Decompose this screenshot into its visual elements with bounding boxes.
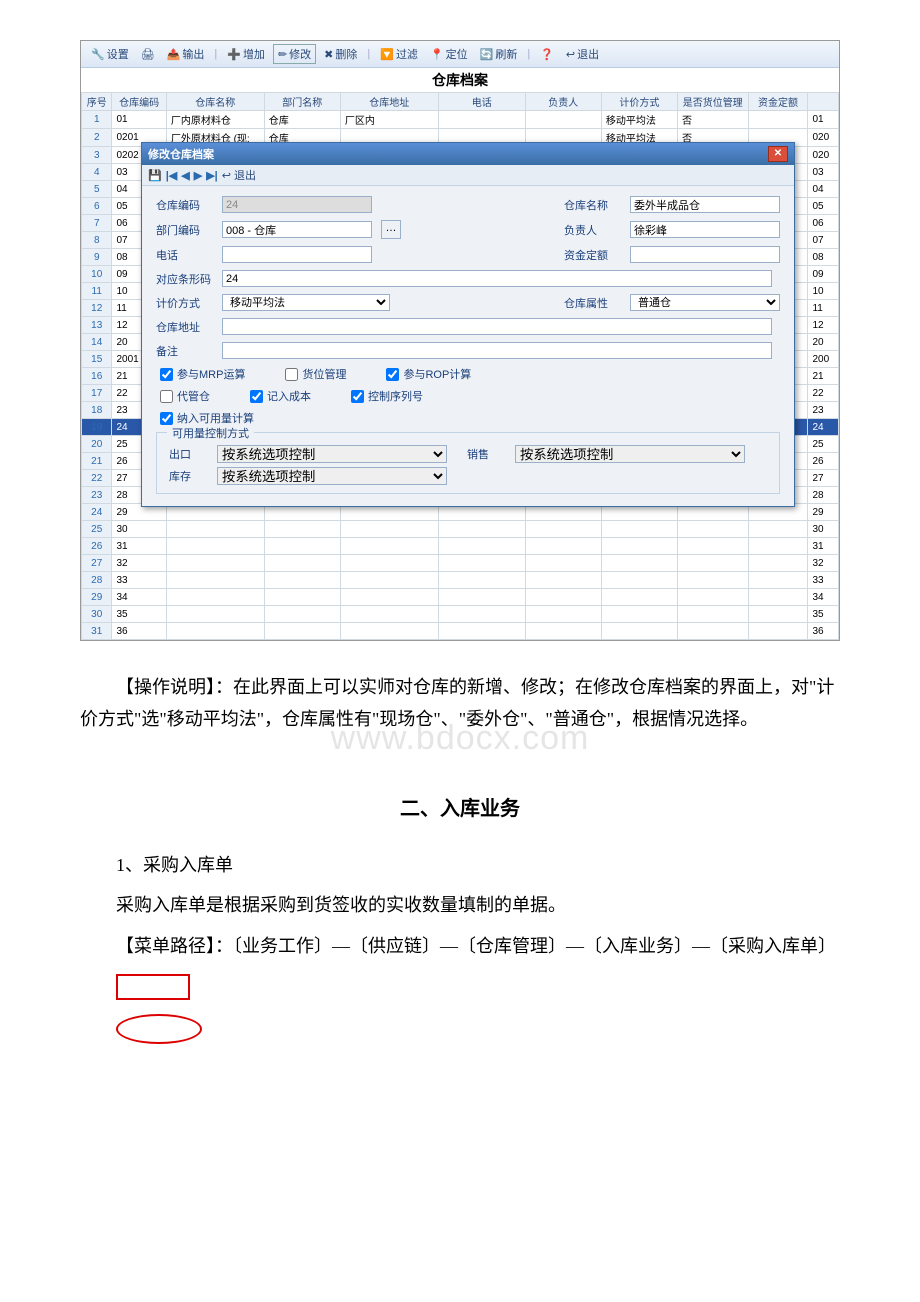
dialog-exit-button[interactable]: ↩ 退出 [222,167,256,183]
select-stock[interactable]: 按系统选项控制 [217,467,447,485]
settings-button[interactable]: 🔧 设置 [87,45,133,63]
group-legend: 可用量控制方式 [167,425,254,441]
filter-button[interactable]: 🔽 过滤 [376,45,422,63]
input-phone[interactable] [222,246,372,263]
cb-rop[interactable]: 参与ROP计算 [386,366,471,382]
dialog-titlebar[interactable]: 修改仓库档案 ✕ [142,143,794,165]
output-button[interactable]: 📤 输出 [163,45,209,63]
lbl-fund: 资金定额 [564,247,620,263]
select-method[interactable]: 移动平均法 [222,294,390,311]
doc-p2: 1、采购入库单 [80,849,840,881]
help-icon[interactable]: ❓ [536,47,558,62]
group-avail-control: 可用量控制方式 出口 按系统选项控制 销售 按系统选项控制 库存 按系统选项控制 [156,432,780,494]
col-method[interactable]: 计价方式 [601,93,677,111]
lbl-sale: 销售 [467,446,495,462]
delete-button[interactable]: ✖ 删除 [320,45,361,63]
print-icon[interactable]: 🖨 [137,47,159,62]
lbl-stock: 库存 [169,468,197,484]
cb-loc-mgmt[interactable]: 货位管理 [285,366,346,382]
lbl-attr: 仓库属性 [564,295,620,311]
document-body: 【操作说明】：在此界面上可以实师对仓库的新增、修改；在修改仓库档案的界面上，对"… [80,671,840,1044]
first-icon[interactable]: |◀ [166,169,178,182]
table-row[interactable]: 273232 [82,555,839,572]
col-name[interactable]: 仓库名称 [166,93,264,111]
input-name[interactable] [630,196,780,213]
table-row[interactable]: 101厂内原材料仓仓库厂区内移动平均法否01 [82,111,839,129]
main-toolbar: 🔧 设置 🖨 📤 输出 | ➕ 增加 ✏ 修改 ✖ 删除 | 🔽 过滤 📍 定位… [81,41,839,68]
refresh-button[interactable]: 🔄 刷新 [476,45,522,63]
input-addr[interactable] [222,318,772,335]
select-attr[interactable]: 普通仓 [630,294,780,311]
exit-button[interactable]: ↩ 退出 [562,45,603,63]
lbl-code: 仓库编码 [156,197,212,213]
cb-avail-calc[interactable]: 纳入可用量计算 [160,410,254,426]
table-row[interactable]: 253030 [82,521,839,538]
input-fund[interactable] [630,246,780,263]
red-box-annotation [116,974,190,1000]
save-icon[interactable]: 💾 [148,169,162,182]
prev-icon[interactable]: ◀ [181,169,189,182]
doc-p4: 【菜单路径】：〔业务工作〕—〔供应链〕—〔仓库管理〕—〔入库业务〕—〔采购入库单… [80,930,840,962]
col-resp[interactable]: 负责人 [525,93,601,111]
input-code[interactable] [222,196,372,213]
table-row[interactable]: 293434 [82,589,839,606]
lbl-method: 计价方式 [156,295,212,311]
lbl-export: 出口 [169,446,197,462]
lbl-phone: 电话 [156,247,212,263]
table-row[interactable]: 303535 [82,606,839,623]
last-icon[interactable]: ▶| [206,169,218,182]
col-last [808,93,839,111]
table-row[interactable]: 263131 [82,538,839,555]
dialog-title-text: 修改仓库档案 [148,146,214,162]
edit-dialog: 修改仓库档案 ✕ 💾 |◀ ◀ ▶ ▶| ↩ 退出 仓库编码 仓库名称 部门编码… [141,142,795,507]
close-button[interactable]: ✕ [768,146,788,162]
doc-h2: 二、入库业务 [80,791,840,827]
cb-proxy[interactable]: 代管仓 [160,388,210,404]
annotations [80,974,840,1044]
modify-button[interactable]: ✏ 修改 [273,44,316,64]
col-loc-mgmt[interactable]: 是否货位管理 [677,93,748,111]
table-row[interactable]: 283333 [82,572,839,589]
lbl-addr: 仓库地址 [156,319,212,335]
col-addr[interactable]: 仓库地址 [340,93,438,111]
cb-mrp[interactable]: 参与MRP运算 [160,366,245,382]
lbl-barcode: 对应条形码 [156,271,212,287]
select-sale[interactable]: 按系统选项控制 [515,445,745,463]
locate-button[interactable]: 📍 定位 [426,45,472,63]
next-icon[interactable]: ▶ [194,169,202,182]
lbl-dept: 部门编码 [156,222,212,238]
page-title: 仓库档案 [81,68,839,92]
lbl-remark: 备注 [156,343,212,359]
lbl-name: 仓库名称 [564,197,620,213]
input-remark[interactable] [222,342,772,359]
app-screenshot: 🔧 设置 🖨 📤 输出 | ➕ 增加 ✏ 修改 ✖ 删除 | 🔽 过滤 📍 定位… [80,40,840,641]
cb-in-cost[interactable]: 记入成本 [250,388,311,404]
grid-header: 序号 仓库编码 仓库名称 部门名称 仓库地址 电话 负责人 计价方式 是否货位管… [82,93,839,111]
dialog-toolbar: 💾 |◀ ◀ ▶ ▶| ↩ 退出 [142,165,794,186]
col-seq[interactable]: 序号 [82,93,112,111]
select-export[interactable]: 按系统选项控制 [217,445,447,463]
dept-lookup-button[interactable]: … [381,220,401,239]
col-fund[interactable]: 资金定额 [748,93,808,111]
input-dept[interactable] [222,221,372,238]
lbl-resp: 负责人 [564,222,620,238]
doc-p3: 采购入库单是根据采购到货签收的实收数量填制的单据。 [80,889,840,921]
add-button[interactable]: ➕ 增加 [223,45,269,63]
input-barcode[interactable] [222,270,772,287]
red-oval-annotation [116,1014,202,1044]
col-dept[interactable]: 部门名称 [264,93,340,111]
cb-ctrl-sn[interactable]: 控制序列号 [351,388,423,404]
col-code[interactable]: 仓库编码 [112,93,166,111]
input-resp[interactable] [630,221,780,238]
col-tel[interactable]: 电话 [438,93,525,111]
table-row[interactable]: 313636 [82,623,839,640]
